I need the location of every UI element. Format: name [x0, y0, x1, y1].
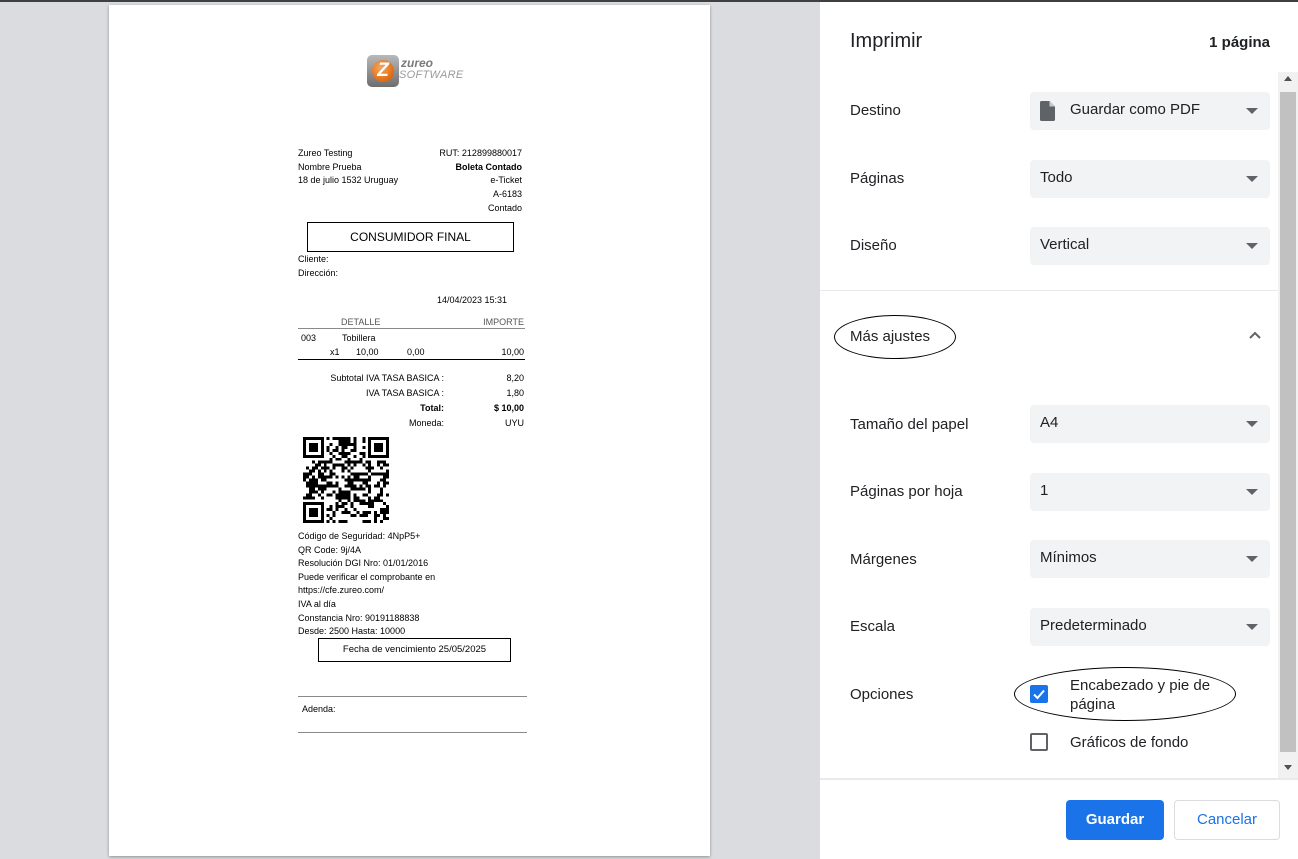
rut: RUT: 212899880017 — [439, 148, 522, 158]
address-label: Dirección: — [298, 268, 339, 278]
item-name: Tobillera — [342, 333, 376, 343]
expiry-box: Fecha de vencimiento 25/05/2025 — [318, 638, 511, 662]
pages-per-sheet-select[interactable]: 1 — [1030, 473, 1270, 511]
more-settings-toggle[interactable]: Más ajustes — [850, 328, 930, 345]
consumer-box: CONSUMIDOR FINAL — [307, 222, 514, 252]
margins-select[interactable]: Mínimos — [1030, 540, 1270, 578]
receipt-datetime: 14/04/2023 15:31 — [437, 295, 508, 305]
security-code: Código de Seguridad: 4NpP5+ — [298, 531, 421, 541]
headers-footers-checkbox[interactable] — [1030, 685, 1048, 703]
section-divider — [820, 290, 1280, 291]
item-discount: 0,00 — [407, 347, 425, 357]
pages-value: Todo — [1040, 169, 1073, 186]
company-contact: Nombre Prueba — [298, 162, 362, 172]
save-button[interactable]: Guardar — [1066, 800, 1164, 840]
scrollbar-thumb[interactable] — [1280, 92, 1296, 752]
headers-footers-line-1: Encabezado y pie de — [1070, 677, 1211, 694]
chevron-down-icon — [1246, 624, 1258, 630]
checkmark-icon — [1033, 689, 1045, 700]
print-preview-area: Z zureo SOFTWARE Zureo Testing Nombre Pr… — [0, 2, 820, 859]
background-graphics-checkbox[interactable] — [1030, 733, 1048, 751]
scale-label: Escala — [850, 618, 896, 635]
chevron-down-icon — [1246, 176, 1258, 182]
pages-label: Páginas — [850, 170, 905, 187]
iva-status: IVA al día — [298, 599, 336, 609]
background-graphics-label[interactable]: Gráficos de fondo — [1070, 733, 1188, 752]
currency-label: Moneda: — [408, 418, 444, 428]
chevron-down-icon — [1246, 243, 1258, 249]
adenda-label: Adenda: — [302, 704, 336, 714]
layout-value: Vertical — [1040, 236, 1090, 253]
margins-label: Márgenes — [850, 551, 917, 568]
item-qty: x1 — [330, 347, 340, 357]
paper-size-label: Tamaño del papel — [850, 416, 969, 433]
iva-value: 1,80 — [506, 388, 524, 398]
layout-select[interactable]: Vertical — [1030, 227, 1270, 265]
pages-select[interactable]: Todo — [1030, 160, 1270, 198]
doc-type: Boleta Contado — [455, 162, 523, 172]
currency-value: UYU — [504, 418, 524, 428]
doc-number: A-6183 — [492, 189, 522, 199]
subtotal-label: Subtotal IVA TASA BASICA : — [330, 373, 444, 383]
item-amount: 10,00 — [501, 347, 524, 357]
file-icon — [1040, 101, 1055, 121]
print-title: Imprimir — [850, 30, 923, 52]
chevron-down-icon — [1246, 108, 1258, 114]
destination-value: Guardar como PDF — [1070, 101, 1201, 118]
verify-text: Puede verificar el comprobante en — [298, 572, 436, 582]
headers-footers-line-2: página — [1070, 696, 1116, 713]
subtotal-value: 8,20 — [506, 373, 524, 383]
qr-code — [303, 437, 389, 523]
client-label: Cliente: — [298, 254, 329, 264]
pages-per-sheet-label: Páginas por hoja — [850, 483, 963, 500]
qr-code-text: QR Code: 9j/4A — [298, 545, 362, 555]
zureo-logo: Z zureo SOFTWARE — [367, 55, 477, 95]
destination-label: Destino — [850, 102, 901, 119]
company-address: 18 de julio 1532 Uruguay — [298, 175, 399, 185]
cancel-button[interactable]: Cancelar — [1174, 800, 1280, 840]
print-settings-panel: Imprimir 1 página Destino Guardar como P… — [820, 2, 1298, 859]
item-price: 10,00 — [356, 347, 379, 357]
scroll-up-icon[interactable] — [1284, 76, 1292, 81]
company-name: Zureo Testing — [298, 148, 353, 158]
footer-divider — [820, 778, 1298, 780]
item-code: 003 — [301, 333, 317, 343]
pages-per-sheet-value: 1 — [1040, 482, 1049, 499]
headers-footers-label[interactable]: Encabezado y pie de página — [1070, 676, 1210, 714]
total-label: Total: — [420, 403, 444, 413]
payment-type: Contado — [487, 203, 522, 213]
chevron-up-icon[interactable] — [1248, 330, 1262, 340]
adenda-top-rule — [298, 696, 527, 697]
scroll-down-icon[interactable] — [1284, 765, 1292, 770]
table-header-rule — [298, 328, 525, 329]
total-value: $ 10,00 — [493, 403, 524, 413]
adenda-bottom-rule — [298, 732, 527, 733]
scale-select[interactable]: Predeterminado — [1030, 608, 1270, 646]
chevron-down-icon — [1246, 421, 1258, 427]
scale-value: Predeterminado — [1040, 617, 1147, 634]
margins-value: Mínimos — [1040, 549, 1097, 566]
destination-select[interactable]: Guardar como PDF — [1030, 92, 1270, 130]
logo-z-mark: Z — [377, 60, 389, 81]
range: Desde: 2500 Hasta: 10000 — [298, 626, 406, 636]
logo-word-2: SOFTWARE — [399, 69, 464, 81]
iva-label: IVA TASA BASICA : — [365, 388, 444, 398]
table-rule — [298, 359, 525, 360]
layout-label: Diseño — [850, 237, 897, 254]
resolution: Resolución DGI Nro: 01/01/2016 — [298, 558, 429, 568]
options-label: Opciones — [850, 686, 914, 703]
chevron-down-icon — [1246, 489, 1258, 495]
logo-word-1: zureo — [401, 56, 434, 70]
constancia: Constancia Nro: 90191188838 — [298, 613, 420, 623]
page-count: 1 página — [1209, 34, 1270, 51]
preview-page: Z zureo SOFTWARE Zureo Testing Nombre Pr… — [109, 5, 710, 856]
verify-url: https://cfe.zureo.com/ — [298, 585, 385, 595]
paper-size-select[interactable]: A4 — [1030, 405, 1270, 443]
paper-size-value: A4 — [1040, 414, 1059, 431]
chevron-down-icon — [1246, 556, 1258, 562]
doc-kind: e-Ticket — [490, 175, 522, 185]
